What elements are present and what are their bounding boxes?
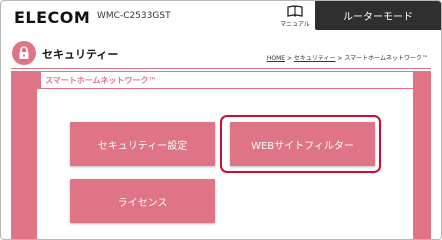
breadcrumb-home[interactable]: HOME: [267, 55, 285, 62]
section-title: スマートホームネットワーク™: [45, 75, 157, 85]
header-divider: [11, 68, 431, 69]
manual-label: マニュアル: [280, 21, 310, 28]
app-frame: ELECOM WMC-C2533GST マニュアル ルーターモード セキュリティ…: [0, 0, 442, 240]
lock-icon: [12, 41, 36, 65]
page-title: セキュリティー: [42, 48, 119, 61]
elecom-logo: ELECOM: [14, 8, 91, 27]
license-button[interactable]: ライセンス: [70, 179, 215, 223]
book-icon: [287, 5, 303, 17]
section-header: スマートホームネットワーク™: [37, 72, 413, 88]
security-settings-button[interactable]: セキュリティー設定: [70, 122, 215, 166]
breadcrumb-security[interactable]: セキュリティー: [294, 55, 336, 62]
breadcrumb: HOME > セキュリティー > スマートホームネットワーク™: [267, 53, 428, 62]
breadcrumb-separator: >: [285, 55, 294, 62]
model-name: WMC-C2533GST: [97, 11, 171, 21]
page-header: セキュリティー HOME > セキュリティー > スマートホームネットワーク™: [1, 41, 441, 67]
router-mode-tab[interactable]: ルーターモード: [315, 1, 441, 30]
breadcrumb-current: スマートホームネットワーク™: [344, 55, 428, 62]
web-filter-highlight: [220, 115, 381, 173]
manual-link[interactable]: マニュアル: [279, 5, 311, 31]
